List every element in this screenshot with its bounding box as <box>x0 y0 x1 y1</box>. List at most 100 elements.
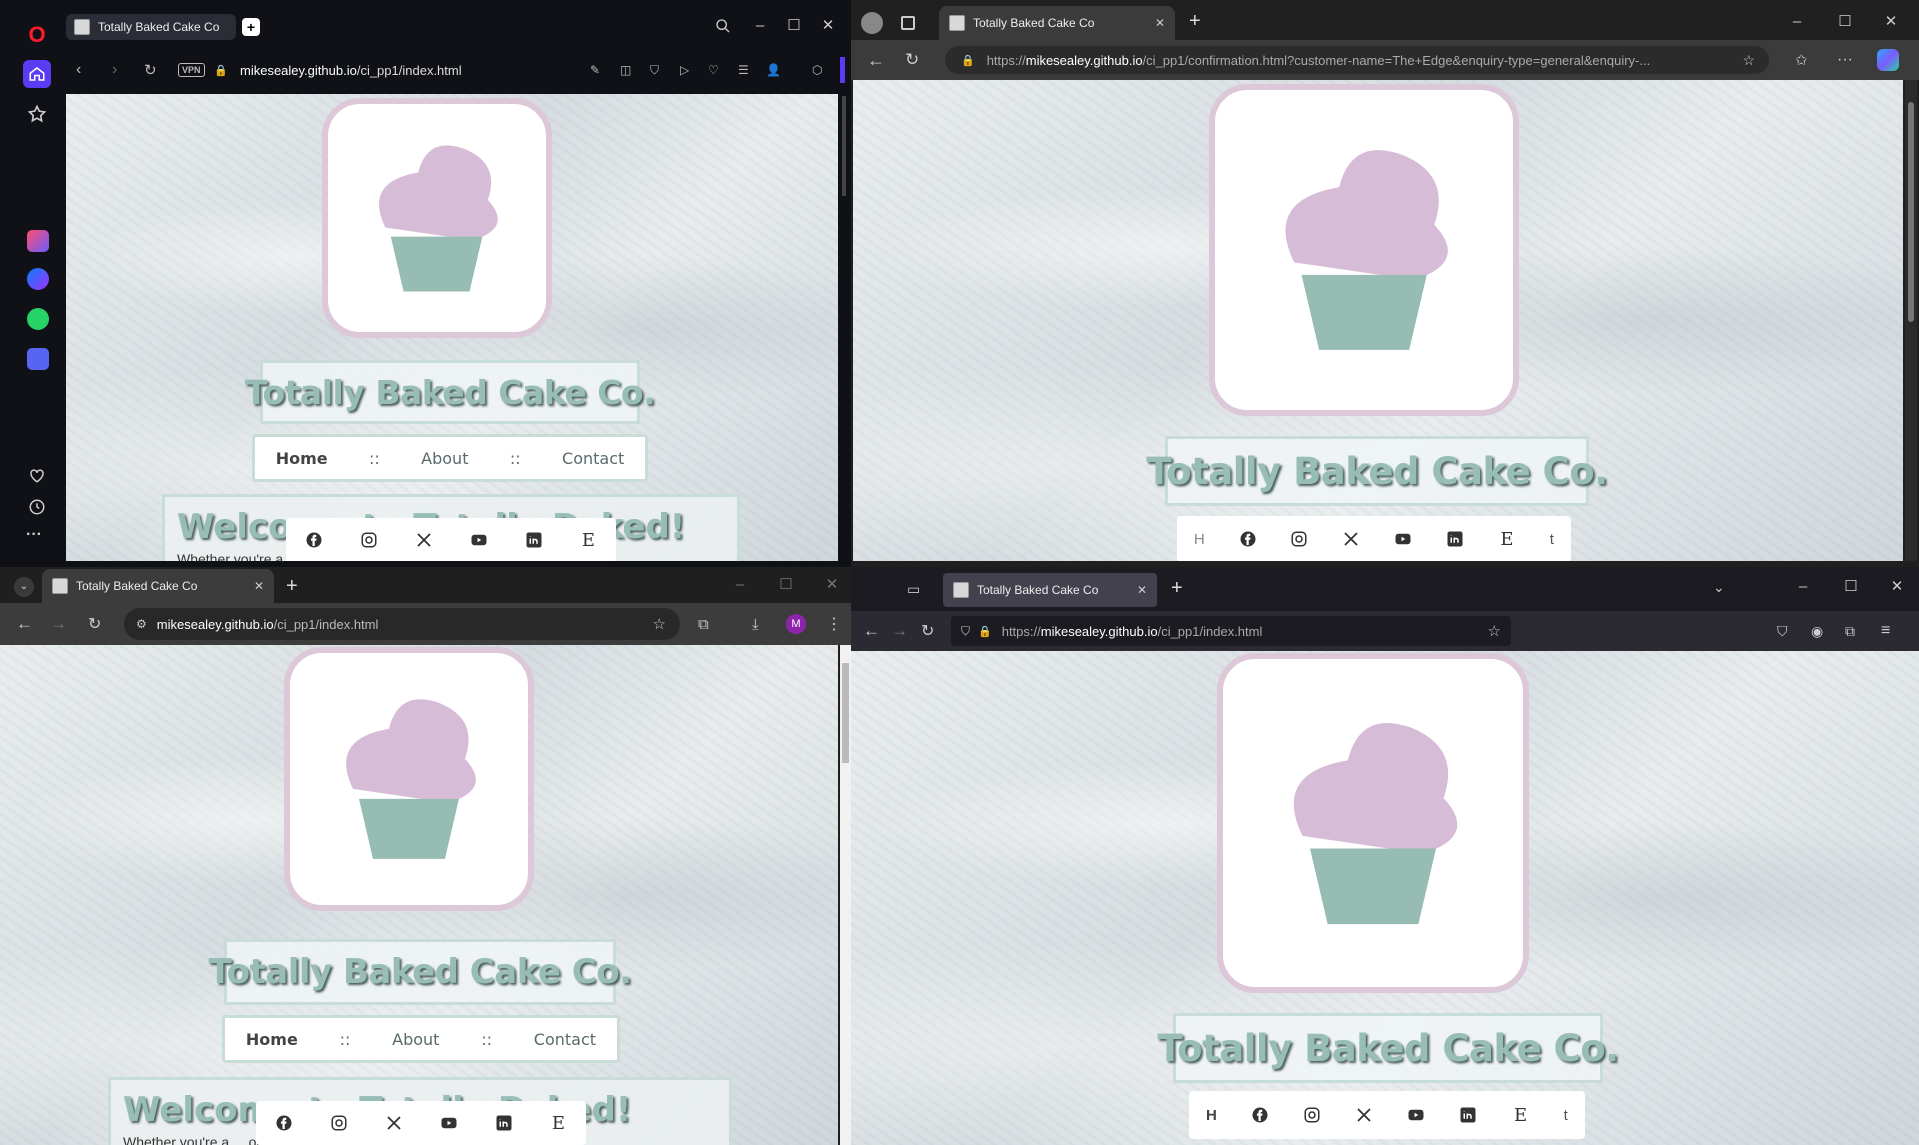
reload-icon[interactable]: ↻ <box>905 50 919 70</box>
firefox-tab[interactable]: Totally Baked Cake Co ✕ <box>943 573 1157 607</box>
site-logo[interactable] <box>1217 653 1529 993</box>
tab-close-icon[interactable]: ✕ <box>254 579 264 593</box>
easy-setup-icon[interactable]: ☰ <box>738 63 749 77</box>
facebook-icon[interactable] <box>1239 530 1257 548</box>
extensions-icon[interactable]: ⧉ <box>698 616 709 633</box>
facebook-icon[interactable] <box>305 531 323 549</box>
minimize-button[interactable]: – <box>732 577 748 593</box>
close-button[interactable]: ✕ <box>824 577 840 593</box>
messenger-icon[interactable] <box>27 268 49 290</box>
instagram-icon[interactable] <box>330 1114 348 1132</box>
facebook-icon[interactable] <box>1251 1106 1269 1124</box>
more-icon[interactable]: ··· <box>1837 51 1853 69</box>
workspaces-icon[interactable] <box>901 16 915 30</box>
etsy-icon[interactable]: E <box>1512 1105 1530 1126</box>
close-button[interactable]: ✕ <box>820 18 836 34</box>
x-icon[interactable] <box>385 1114 403 1132</box>
list-tabs-icon[interactable]: ⌄ <box>1713 579 1725 596</box>
instagram-icon[interactable] <box>1303 1106 1321 1124</box>
opera-logo[interactable]: O <box>24 22 50 48</box>
home-icon[interactable] <box>23 60 51 88</box>
lock-icon[interactable]: 🔒 <box>214 64 228 77</box>
forward-icon[interactable]: → <box>891 621 908 641</box>
tab-close-icon[interactable]: ✕ <box>1137 583 1147 597</box>
address-bar[interactable]: ⚙ mikesealey.github.io/ci_pp1/index.html… <box>124 608 680 640</box>
favorite-icon[interactable]: ☆ <box>1742 52 1755 69</box>
bookmark-icon[interactable]: ☆ <box>1488 622 1501 640</box>
tab-search-icon[interactable]: ⌄ <box>14 577 34 597</box>
minimize-button[interactable]: – <box>752 18 768 34</box>
menu-icon[interactable]: ≡ <box>1881 622 1890 640</box>
address-bar[interactable]: mikesealey.github.io/ci_pp1/index.html <box>240 63 462 78</box>
scrollbar-thumb[interactable] <box>842 663 849 763</box>
send-icon[interactable]: ▷ <box>680 63 689 77</box>
nav-home[interactable]: Home <box>246 1030 298 1049</box>
chrome-tab[interactable]: Totally Baked Cake Co ✕ <box>42 569 274 603</box>
site-logo[interactable] <box>1209 84 1519 416</box>
linkedin-icon[interactable] <box>495 1114 513 1132</box>
instagram-icon[interactable] <box>360 531 378 549</box>
extensions-icon[interactable]: ⧉ <box>1845 623 1855 640</box>
nav-fragment[interactable]: H <box>1206 1107 1217 1124</box>
forward-icon[interactable]: → <box>50 614 67 634</box>
close-button[interactable]: ✕ <box>1889 579 1905 595</box>
etsy-icon[interactable]: E <box>550 1113 568 1134</box>
copilot-icon[interactable] <box>1877 49 1899 71</box>
history-icon[interactable] <box>28 498 46 516</box>
account-icon[interactable]: ◉ <box>1811 623 1823 640</box>
nav-fragment[interactable]: t <box>1550 531 1554 548</box>
address-bar[interactable]: ⛉ 🔒 https://mikesealey.github.io/ci_pp1/… <box>951 616 1511 646</box>
site-logo[interactable] <box>322 98 552 338</box>
shield-icon[interactable]: ⛉ <box>650 63 659 78</box>
reload-icon[interactable]: ↻ <box>921 621 934 641</box>
scrollbar[interactable] <box>842 96 846 196</box>
youtube-icon[interactable] <box>1407 1106 1425 1124</box>
nav-contact[interactable]: Contact <box>562 449 624 468</box>
more-icon[interactable]: ··· <box>26 526 42 544</box>
tracking-shield-icon[interactable]: ⛉ <box>961 624 970 639</box>
etsy-icon[interactable]: E <box>1498 529 1516 550</box>
youtube-icon[interactable] <box>440 1114 458 1132</box>
address-bar[interactable]: 🔒 https://mikesealey.github.io/ci_pp1/co… <box>945 46 1769 74</box>
reload-icon[interactable]: ↻ <box>144 61 157 79</box>
scrollbar-thumb[interactable] <box>1908 102 1914 322</box>
sidebar-toggle[interactable] <box>840 57 845 83</box>
etsy-icon[interactable]: E <box>580 530 598 551</box>
youtube-icon[interactable] <box>1394 530 1412 548</box>
back-icon[interactable]: ← <box>16 614 33 634</box>
pocket-icon[interactable]: ⛉ <box>1777 623 1788 640</box>
instagram-icon[interactable] <box>1290 530 1308 548</box>
back-icon[interactable]: ‹ <box>76 61 81 79</box>
nav-fragment[interactable]: H <box>1194 531 1205 548</box>
new-tab-button[interactable]: + <box>242 18 260 36</box>
nav-contact[interactable]: Contact <box>534 1030 596 1049</box>
new-tab-button[interactable]: + <box>1171 577 1183 600</box>
maximize-button[interactable]: ☐ <box>786 18 802 34</box>
site-info-icon[interactable]: ⚙ <box>136 617 147 631</box>
edge-tab[interactable]: Totally Baked Cake Co ✕ <box>939 6 1175 40</box>
nav-about[interactable]: About <box>421 449 468 468</box>
minimize-button[interactable]: – <box>1789 14 1805 30</box>
nav-about[interactable]: About <box>392 1030 439 1049</box>
bookmark-icon[interactable]: ☆ <box>653 615 666 633</box>
speed-dial-icon[interactable] <box>27 104 47 124</box>
profile-avatar[interactable]: M <box>786 614 806 634</box>
forward-icon[interactable]: › <box>112 61 117 79</box>
new-tab-button[interactable]: + <box>1189 10 1201 33</box>
tab-close-icon[interactable]: ✕ <box>1155 16 1165 30</box>
camera-icon[interactable]: ◫ <box>620 63 631 77</box>
close-button[interactable]: ✕ <box>1883 14 1899 30</box>
new-tab-button[interactable]: + <box>286 575 298 598</box>
opera-tab[interactable]: Totally Baked Cake Co <box>66 14 236 40</box>
minimize-button[interactable]: – <box>1795 579 1811 595</box>
nav-home[interactable]: Home <box>276 449 328 468</box>
maximize-button[interactable]: ☐ <box>778 577 794 593</box>
profile-icon[interactable] <box>861 12 883 34</box>
whatsapp-icon[interactable] <box>27 308 49 330</box>
back-icon[interactable]: ← <box>867 50 885 71</box>
reload-icon[interactable]: ↻ <box>88 614 101 634</box>
x-icon[interactable] <box>1342 530 1360 548</box>
vpn-badge[interactable]: VPN <box>178 63 205 77</box>
maximize-button[interactable]: ☐ <box>1837 14 1853 30</box>
heart-icon[interactable] <box>28 466 46 484</box>
